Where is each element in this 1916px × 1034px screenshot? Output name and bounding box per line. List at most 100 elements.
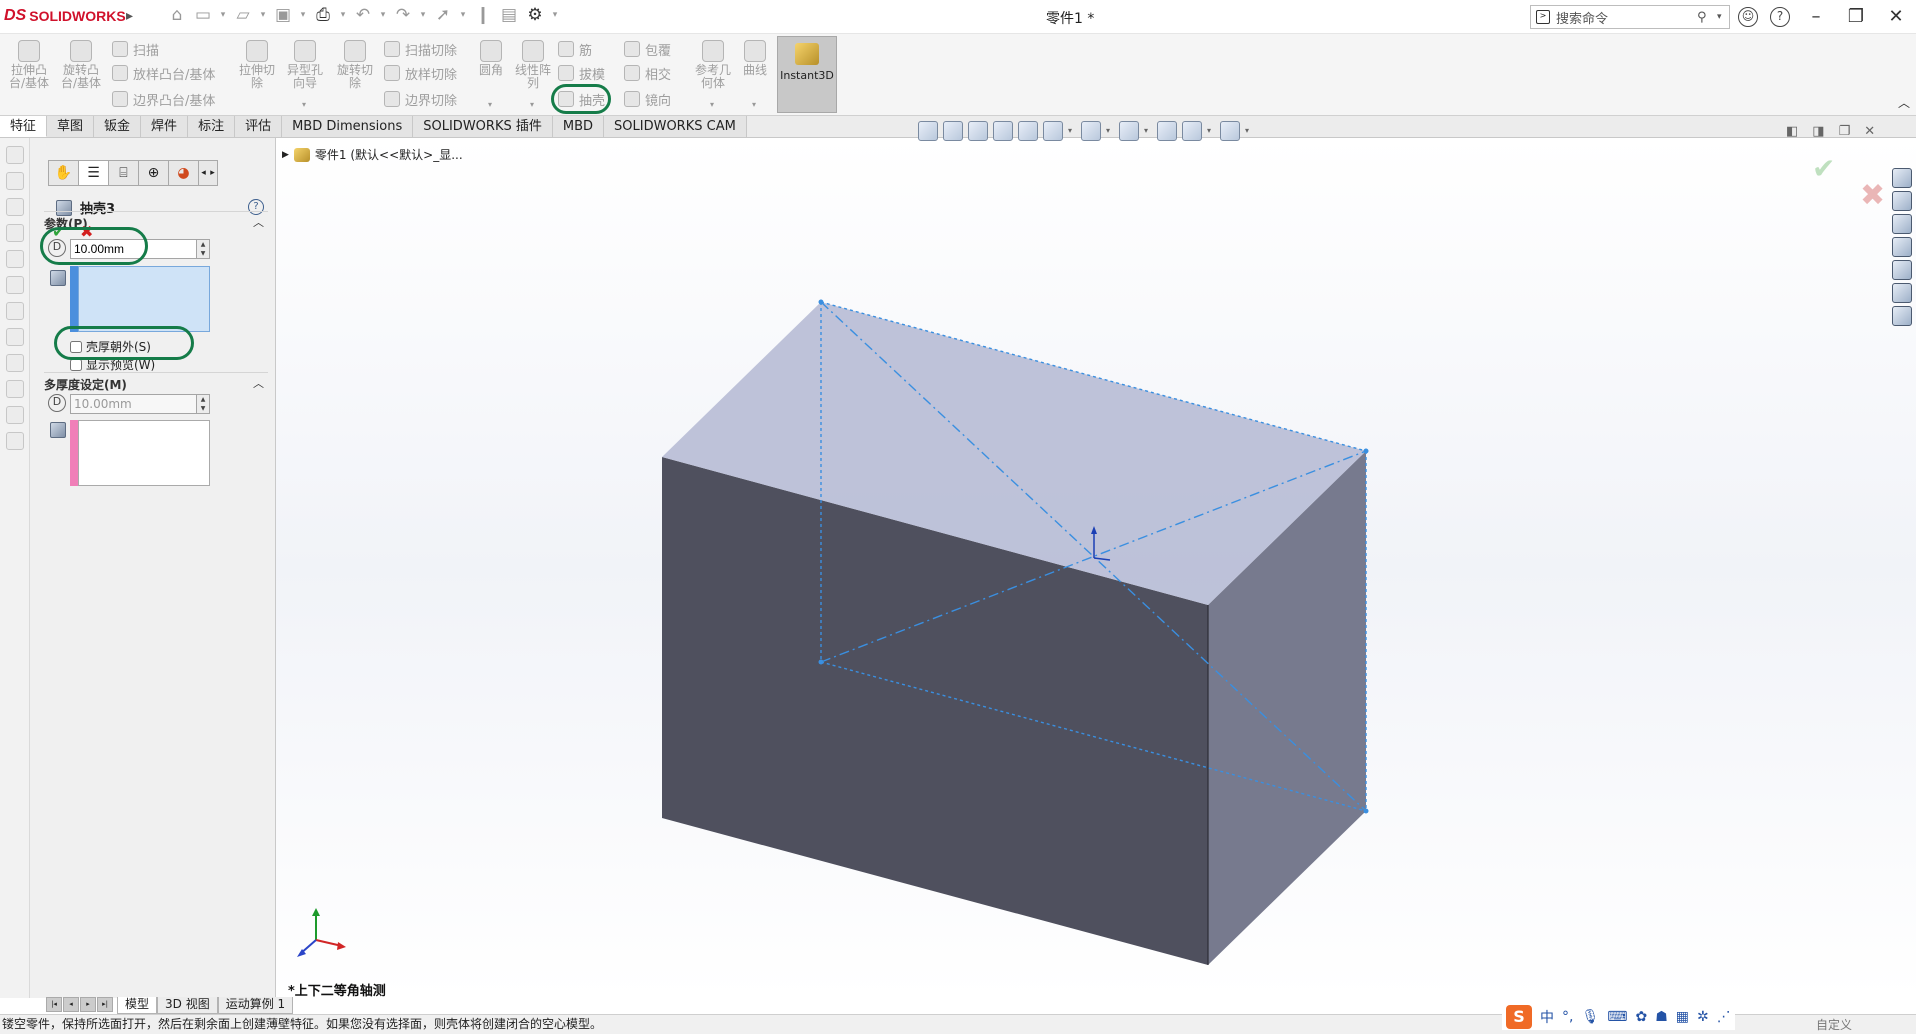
file-explorer-icon[interactable] [1892,237,1912,257]
faces-selection-bar [70,266,78,332]
task-pane-tabs [1892,168,1916,329]
multi-thickness-icon: D [48,394,66,412]
property-manager-tab-icon[interactable]: ☰ [78,160,109,186]
show-preview-checkbox[interactable] [70,358,82,371]
reference-triad-icon [297,908,346,957]
microphone-icon[interactable]: 🎙 [1581,1009,1599,1025]
view-orientation-label: *上下二等角轴测 [288,984,386,999]
mirror-mini-icon[interactable] [5,380,24,398]
expand-tree-icon[interactable]: ▶ [282,150,289,160]
multi-thickness-faces-icon [50,422,66,438]
rib-mini-icon[interactable] [5,302,24,320]
settings-icon[interactable]: ✲ [1697,1009,1709,1025]
game-icon[interactable]: ☗ [1655,1009,1668,1025]
scroll-right-icon[interactable]: ▸ [210,168,215,178]
tab-3d-views[interactable]: 3D 视图 [157,997,218,1014]
scene-dropdown-icon[interactable]: ▾ [1207,121,1215,141]
confirm-cancel-icon[interactable]: ✖ [1860,178,1885,213]
part-icon [293,147,310,162]
split-left-icon[interactable]: ◧ [1786,124,1798,139]
shell-outward-annotation-circle [54,326,194,360]
thickness-spinner[interactable]: ▲ ▼ [196,239,210,259]
skin-icon[interactable]: ✿ [1635,1009,1647,1025]
display-style-dropdown-icon[interactable]: ▾ [1106,121,1114,141]
faces-to-remove-icon [50,270,66,286]
wrap-mini-icon[interactable] [5,354,24,372]
configuration-manager-tab-icon[interactable]: ⌸ [108,160,139,186]
status-custom-label[interactable]: 自定义 [1816,1016,1852,1033]
part-label[interactable]: 零件1 (默认<<默认>_显... [315,146,463,163]
next-tab-icon[interactable]: ▸ [80,997,96,1012]
property-manager-panel: ✋ ☰ ⌸ ⊕ ◕ ◂▸ 抽壳3 ? ✔ ✖ 参数(P) ︿ D ▲▼ 壳厚朝外… [30,138,276,998]
custom-properties-icon[interactable] [1892,306,1912,326]
keyboard-icon[interactable]: ⌨ [1607,1009,1627,1025]
first-tab-icon[interactable]: |◂ [46,997,62,1012]
pattern-mini-icon[interactable] [5,432,24,450]
collapse-multi-thickness-icon[interactable]: ︿ [253,375,264,391]
edit-appearance-icon[interactable] [1157,121,1177,141]
last-tab-icon[interactable]: ▸| [97,997,113,1012]
multi-thickness-header-label: 多厚度设定(M) [44,378,127,392]
confirm-ok-icon[interactable]: ✔ [1812,152,1835,185]
bottom-tabs: |◂ ◂ ▸ ▸| 模型 3D 视图 运动算例 1 [46,997,294,1014]
sogou-ime-logo[interactable]: S [1506,1005,1532,1029]
tab-navigation: |◂ ◂ ▸ ▸| [46,997,113,1014]
view-settings-icon[interactable] [1220,121,1240,141]
solidworks-resources-icon[interactable] [1892,168,1912,188]
collapse-parameters-icon[interactable]: ︿ [253,214,264,230]
zoom-to-fit-icon[interactable] [918,121,938,141]
status-message: 镂空零件，保持所选面打开，然后在剩余面上创建薄壁特征。如果您没有选择面，则壳体将… [2,1017,603,1031]
section-view-icon[interactable] [993,121,1013,141]
sweep-mini-icon[interactable] [5,224,24,242]
hide-show-dropdown-icon[interactable]: ▾ [1144,121,1152,141]
heads-up-view-toolbar: ▾ ▾ ▾ ▾ ▾ [918,121,1253,141]
apply-scene-icon[interactable] [1182,121,1202,141]
view-orientation-dropdown-icon[interactable]: ▾ [1068,121,1076,141]
design-library-icon[interactable] [1892,214,1912,234]
scroll-left-icon[interactable]: ◂ [201,168,206,178]
hide-show-items-icon[interactable] [1119,121,1139,141]
ime-language-label[interactable]: 中 [1540,1007,1554,1027]
manager-tab-scroll[interactable]: ◂ ▸ [198,160,218,186]
ime-menu-icon[interactable]: ⋰ [1717,1009,1731,1025]
previous-view-icon[interactable] [968,121,988,141]
3d-icon[interactable] [5,146,24,164]
display-manager-tab-icon[interactable]: ◕ [168,160,199,186]
faces-to-remove-list[interactable] [78,266,210,332]
ime-toolbar: S 中 °, 🎙 ⌨ ✿ ☗ ▦ ✲ ⋰ [1502,1004,1735,1030]
multi-thickness-faces-list[interactable] [78,420,210,486]
multi-thickness-section-header[interactable]: 多厚度设定(M) ︿ [44,372,268,392]
view-orientation-icon[interactable] [1043,121,1063,141]
tab-motion-study[interactable]: 运动算例 1 [217,997,294,1014]
document-window-controls: ◧ ◨ ❐ ✕ [1786,124,1875,139]
shell-mini-icon[interactable] [5,406,24,424]
left-icon-strip [0,138,30,998]
draft-mini-icon[interactable] [5,328,24,346]
toolbox-icon[interactable]: ▦ [1676,1009,1689,1025]
home-pane-icon[interactable] [1892,191,1912,211]
appearances-icon[interactable] [1892,283,1912,303]
multi-thickness-selection-bar [70,420,78,486]
doc-restore-icon[interactable]: ❐ [1839,124,1851,139]
manager-tabs: ✋ ☰ ⌸ ⊕ ◕ ◂ ▸ [48,160,218,186]
prev-tab-icon[interactable]: ◂ [63,997,79,1012]
feature-manager-tab-icon[interactable]: ✋ [48,160,79,186]
cut-mini-icon[interactable] [5,276,24,294]
punctuation-icon[interactable]: °, [1562,1009,1573,1025]
dimxpert-manager-tab-icon[interactable]: ⊕ [138,160,169,186]
view-settings-dropdown-icon[interactable]: ▾ [1245,121,1253,141]
view-palette-icon[interactable] [1892,260,1912,280]
multi-thickness-input[interactable]: 10.00mm [70,394,198,414]
multi-thickness-spinner[interactable]: ▲ ▼ [196,394,210,414]
doc-close-icon[interactable]: ✕ [1864,124,1875,139]
revolve-mini-icon[interactable] [5,198,24,216]
dynamic-annotation-icon[interactable] [1018,121,1038,141]
thickness-annotation-circle [40,227,148,265]
display-style-icon[interactable] [1081,121,1101,141]
split-right-icon[interactable]: ◨ [1812,124,1824,139]
extrude-mini-icon[interactable] [5,172,24,190]
tab-model[interactable]: 模型 [117,997,158,1014]
loft-mini-icon[interactable] [5,250,24,268]
zoom-to-area-icon[interactable] [943,121,963,141]
feature-tree-flyout[interactable]: ▶ 零件1 (默认<<默认>_显... [282,146,463,163]
